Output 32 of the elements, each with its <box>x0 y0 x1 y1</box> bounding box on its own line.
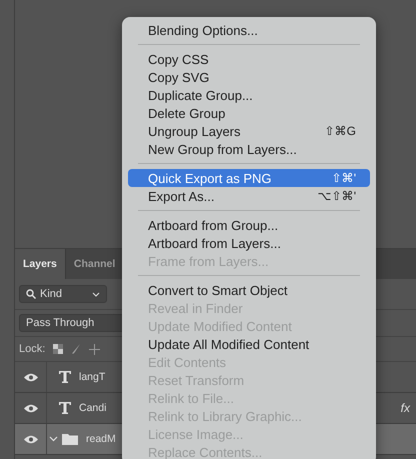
move-icon[interactable] <box>89 344 100 354</box>
menu-item[interactable]: Blending Options... <box>128 21 370 39</box>
panel-tab[interactable]: Layers <box>15 249 66 279</box>
menu-item[interactable]: Delete Group <box>128 104 370 122</box>
caret-icon[interactable] <box>49 436 58 442</box>
checkerboard-icon[interactable] <box>53 344 64 354</box>
layer-name: langT <box>79 371 106 383</box>
eye-icon[interactable] <box>24 372 38 382</box>
layer-name: Candi <box>79 402 106 414</box>
menu-item[interactable]: Convert to Smart Object <box>128 281 370 299</box>
lock-label: Lock: <box>19 343 46 355</box>
menu-item[interactable]: New Group from Layers... <box>128 140 370 158</box>
folder-icon <box>62 433 78 445</box>
menu-item[interactable]: Export As... ⌥⇧⌘' <box>128 187 370 205</box>
type-icon <box>59 371 71 383</box>
effects-indicator[interactable]: fx <box>400 401 410 415</box>
menu-item[interactable]: Artboard from Layers... <box>128 234 370 252</box>
brush-icon[interactable] <box>71 344 82 354</box>
search-icon <box>26 289 36 299</box>
caret-icon <box>92 292 100 296</box>
menu-item[interactable]: Ungroup Layers ⇧⌘G <box>128 122 370 140</box>
menu-item[interactable]: Copy SVG <box>128 68 370 86</box>
filter-dropdown[interactable]: Kind <box>19 285 107 303</box>
eye-icon[interactable] <box>24 434 38 444</box>
menu-item[interactable]: Duplicate Group... <box>128 86 370 104</box>
menu-item[interactable]: Copy CSS <box>128 50 370 68</box>
menu-item[interactable]: Update All Modified Content <box>128 335 370 353</box>
eye-icon[interactable] <box>24 404 38 412</box>
layer-name: readM <box>86 433 116 445</box>
menu-item[interactable]: Quick Export as PNG ⇧⌘' <box>128 169 370 187</box>
menu-item[interactable]: Artboard from Group... <box>128 216 370 234</box>
type-icon <box>59 402 71 414</box>
